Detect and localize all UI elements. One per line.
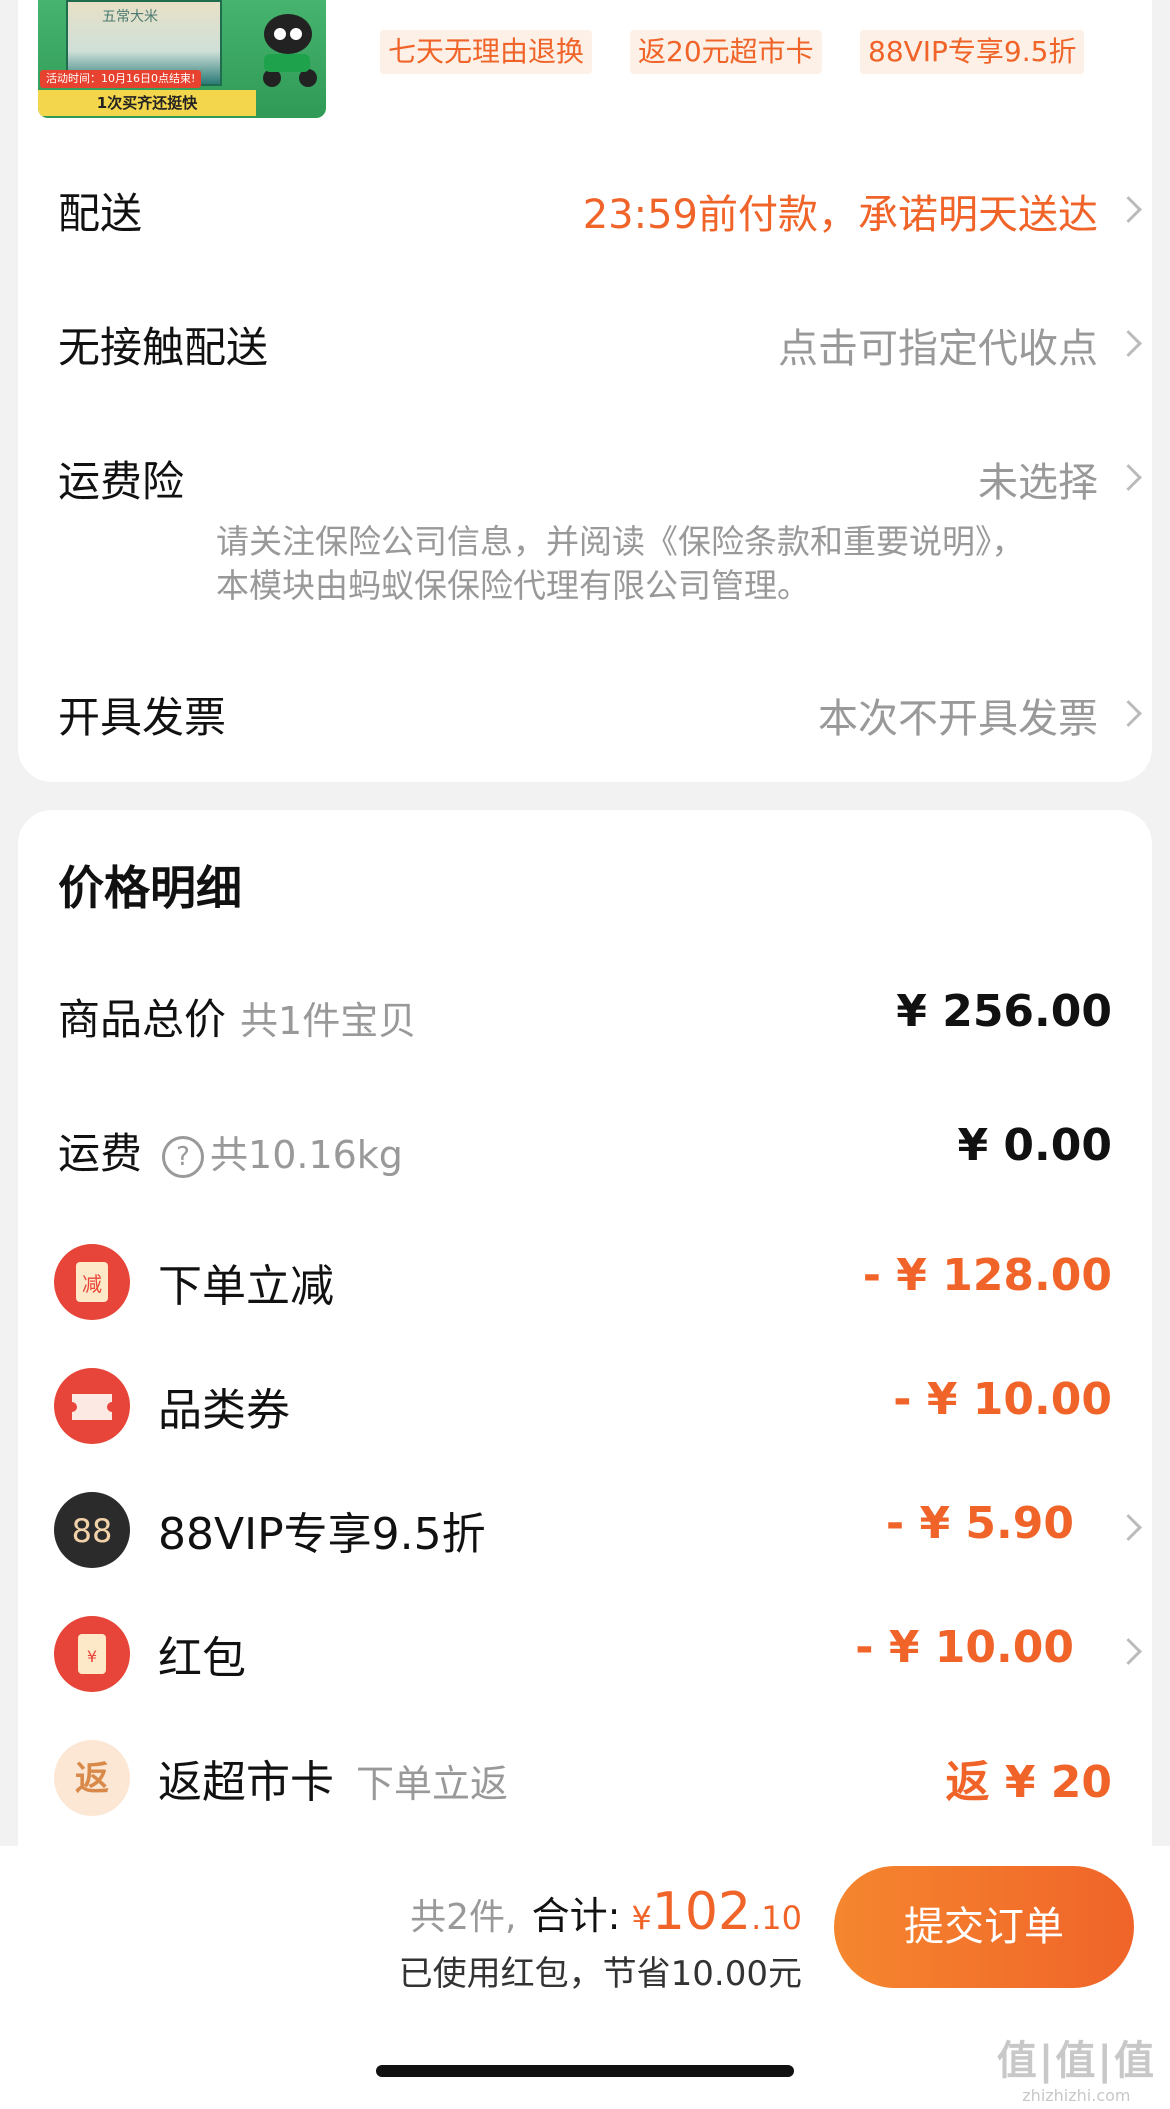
instant-discount-icon: 减 <box>54 1244 130 1320</box>
subtotal-value: ¥ 256.00 <box>896 986 1112 1037</box>
svg-text:¥: ¥ <box>87 1647 97 1666</box>
cashback-label: 返超市卡 下单立返 <box>158 1746 508 1810</box>
price-detail-card <box>18 810 1152 1850</box>
invoice-value: 本次不开具发票 <box>818 696 1098 742</box>
vip-label: 88VIP专享9.5折 <box>158 1509 486 1560</box>
cashback-icon: 返 <box>54 1740 130 1816</box>
submit-order-button[interactable]: 提交订单 <box>834 1866 1134 1988</box>
chip-vip: 88VIP专享9.5折 <box>860 30 1085 74</box>
instant-discount-label: 下单立减 <box>158 1261 334 1312</box>
vip-value: - ¥ 5.90 <box>885 1498 1074 1549</box>
vip88-icon: 88 <box>54 1492 130 1568</box>
product-thumbnail[interactable]: 五常大米 活动时间：10月16日0点结束! 1次买齐还挺快 <box>38 0 326 118</box>
delivery-label: 配送 <box>58 189 143 238</box>
instant-discount-value: - ¥ 128.00 <box>862 1250 1112 1301</box>
watermark-url: zhizhizhi.com <box>1022 2086 1131 2105</box>
shipping-value: ¥ 0.00 <box>957 1120 1113 1171</box>
total-summary: 共2件, 合计: ¥102.10 <box>410 1882 802 1942</box>
svg-text:返: 返 <box>75 1759 109 1799</box>
price-detail-title: 价格明细 <box>58 861 242 915</box>
coupon-ticket-icon <box>54 1368 130 1444</box>
delivery-value: 23:59前付款，承诺明天送达 <box>582 192 1098 238</box>
red-packet-icon: ¥ <box>54 1616 130 1692</box>
product-box-text: 五常大米 <box>102 9 158 25</box>
watermark: 值|值|值 zhizhizhi.com <box>997 2028 1156 2105</box>
home-indicator[interactable] <box>376 2065 794 2077</box>
contactless-value: 点击可指定代收点 <box>778 326 1098 372</box>
item-count: 共2件, <box>410 1897 517 1938</box>
chip-return: 七天无理由退换 <box>380 30 593 74</box>
shipping-label: 运费? 共10.16kg <box>58 1120 403 1181</box>
subtotal-count: 共1件宝贝 <box>240 999 417 1043</box>
shipping-label-text: 运费 <box>58 1129 143 1178</box>
chip-cashback: 返20元超市卡 <box>630 30 822 74</box>
cashback-label-text: 返超市卡 <box>158 1757 334 1808</box>
total-currency: ¥ <box>631 1899 652 1937</box>
total-label: 合计: <box>531 1894 621 1938</box>
coupon-value: - ¥ 10.00 <box>893 1374 1112 1425</box>
svg-text:减: 减 <box>82 1272 102 1296</box>
contactless-label: 无接触配送 <box>58 323 269 372</box>
freight-insurance-label: 运费险 <box>58 457 185 506</box>
cashback-sub: 下单立返 <box>356 1762 509 1806</box>
promo-text-tag: 1次买齐还挺快 <box>38 90 256 116</box>
svg-text:88: 88 <box>72 1512 113 1550</box>
freight-insurance-value: 未选择 <box>978 460 1098 506</box>
total-integer: 102 <box>651 1882 752 1942</box>
invoice-label: 开具发票 <box>58 693 227 742</box>
tmall-cat-icon <box>263 14 317 87</box>
promo-time-tag: 活动时间：10月16日0点结束! <box>40 70 202 88</box>
subtotal-label-text: 商品总价 <box>58 995 227 1044</box>
savings-text: 已使用红包，节省10.00元 <box>398 1954 802 1994</box>
total-decimal: .10 <box>751 1899 802 1937</box>
red-packet-label: 红包 <box>158 1633 246 1684</box>
insurance-note: 请关注保险公司信息，并阅读《保险条款和重要说明》，本模块由蚂蚁保保险代理有限公司… <box>216 522 1025 605</box>
shipping-weight: 共10.16kg <box>210 1133 403 1177</box>
red-packet-value: - ¥ 10.00 <box>855 1622 1074 1673</box>
subtotal-label: 商品总价 共1件宝贝 <box>58 986 416 1047</box>
coupon-label: 品类券 <box>158 1385 290 1436</box>
watermark-logo: 值|值|值 <box>996 2038 1156 2084</box>
help-icon[interactable]: ? <box>162 1135 205 1178</box>
cashback-value: 返 ¥ 20 <box>945 1757 1112 1808</box>
